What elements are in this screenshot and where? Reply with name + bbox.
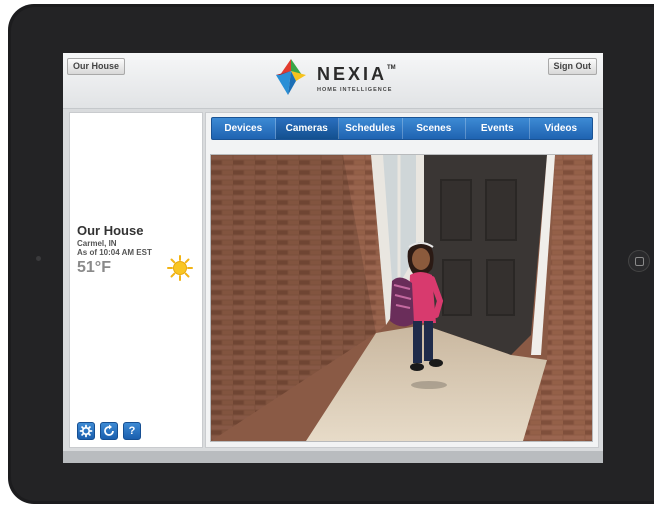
app-screen: Our House NEXIATM HOME INTELLIGENCE Sign… [63,53,603,463]
tab-videos[interactable]: Videos [530,118,593,139]
refresh-button[interactable] [100,422,118,440]
help-button[interactable]: ? [123,422,141,440]
nexia-logo: NEXIATM HOME INTELLIGENCE [274,57,404,101]
tab-events[interactable]: Events [466,118,530,139]
sign-out-button[interactable]: Sign Out [547,58,597,75]
tab-devices[interactable]: Devices [212,118,276,139]
camera-feed[interactable] [210,154,593,442]
sun-icon [167,255,193,281]
location-name: Our House [77,223,144,238]
settings-button[interactable] [77,422,95,440]
logo-tagline: HOME INTELLIGENCE [317,87,393,93]
home-square-icon [635,257,644,266]
tab-cameras[interactable]: Cameras [275,118,339,139]
camera-feed-image [211,155,592,441]
logo-trademark: TM [387,65,396,71]
location-info-panel: Our House Carmel, IN As of 10:04 AM EST … [69,112,203,448]
app-header: Our House NEXIATM HOME INTELLIGENCE Sign… [63,53,603,109]
logo-name-text: NEXIA [317,64,388,84]
temperature: 51°F [77,259,111,276]
home-button[interactable] [628,250,650,272]
location-city: Carmel, IN [77,239,117,248]
front-camera-dot [36,256,41,261]
refresh-icon [104,424,114,436]
nav-tabs: Devices Cameras Schedules Scenes Events … [211,117,593,140]
screen-bottom-bar [63,451,603,463]
logo-name: NEXIATM [317,64,396,85]
nexia-logo-icon [276,59,306,95]
tab-scenes[interactable]: Scenes [403,118,466,139]
main-panel: Devices Cameras Schedules Scenes Events … [205,112,599,448]
location-button[interactable]: Our House [67,58,126,75]
weather-timestamp: As of 10:04 AM EST [77,248,152,257]
gear-icon [79,424,93,438]
tab-schedules[interactable]: Schedules [339,118,403,139]
